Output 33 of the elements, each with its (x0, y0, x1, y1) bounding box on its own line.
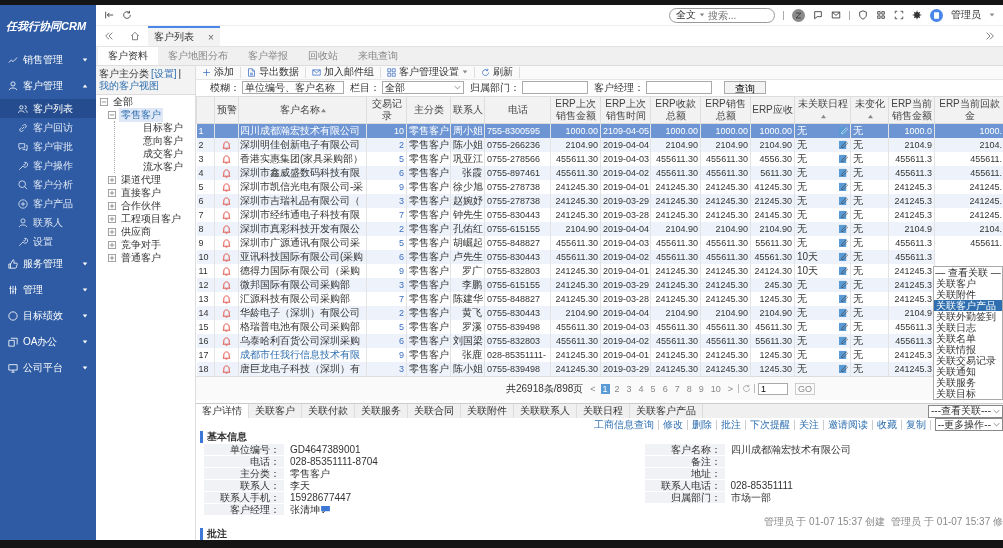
field-value: GD4647389001 (289, 444, 361, 455)
audit-text: 管理员 于 01-07 15:37 修 (891, 516, 1003, 528)
audit-text: 管理员 于 01-07 15:37 创建 (763, 516, 886, 528)
field-label: 归属部门： (644, 492, 725, 503)
field-value: 零售客户 (289, 468, 330, 479)
field-value: 028-85351111 (729, 480, 793, 491)
field-label: 单位编号： (204, 444, 284, 455)
field-label: 联系人电话： (644, 480, 725, 491)
field-label: 客户经理： (204, 504, 284, 515)
tree-title: 客户主分类 (99, 68, 149, 80)
field-label: 模糊： (210, 80, 240, 95)
field-label: 备注： (644, 456, 725, 467)
section-title: 批注 (200, 528, 1003, 540)
field-label: 栏目： (350, 80, 380, 95)
separator: | (178, 68, 182, 80)
field-value: 李天 (289, 480, 310, 491)
field-label: 联系人手机： (204, 492, 284, 503)
logo: 任我行协同CRM (5, 19, 88, 34)
field-value: 028-85351111-8704 (289, 456, 378, 467)
field-label: 联系人： (204, 480, 284, 491)
field-label: 客户名称： (644, 444, 725, 455)
record-count: 共26918条/898页 (506, 381, 584, 396)
field-value: 张清坤 (289, 504, 320, 515)
field-value: 市场一部 (729, 492, 771, 503)
amount: 455611. (934, 236, 1003, 250)
field-label: 归属部门： (470, 80, 520, 95)
field-label: 电话： (204, 456, 284, 467)
field-label: 主分类： (204, 468, 284, 479)
menu-header: — 查看关联 — (934, 267, 1002, 278)
field-label: 客户经理： (594, 80, 644, 95)
field-value: 15928677447 (289, 492, 352, 503)
field-value: 四川成都瀚宏技术有限公司 (729, 444, 851, 455)
field-label: 地址： (644, 468, 725, 479)
